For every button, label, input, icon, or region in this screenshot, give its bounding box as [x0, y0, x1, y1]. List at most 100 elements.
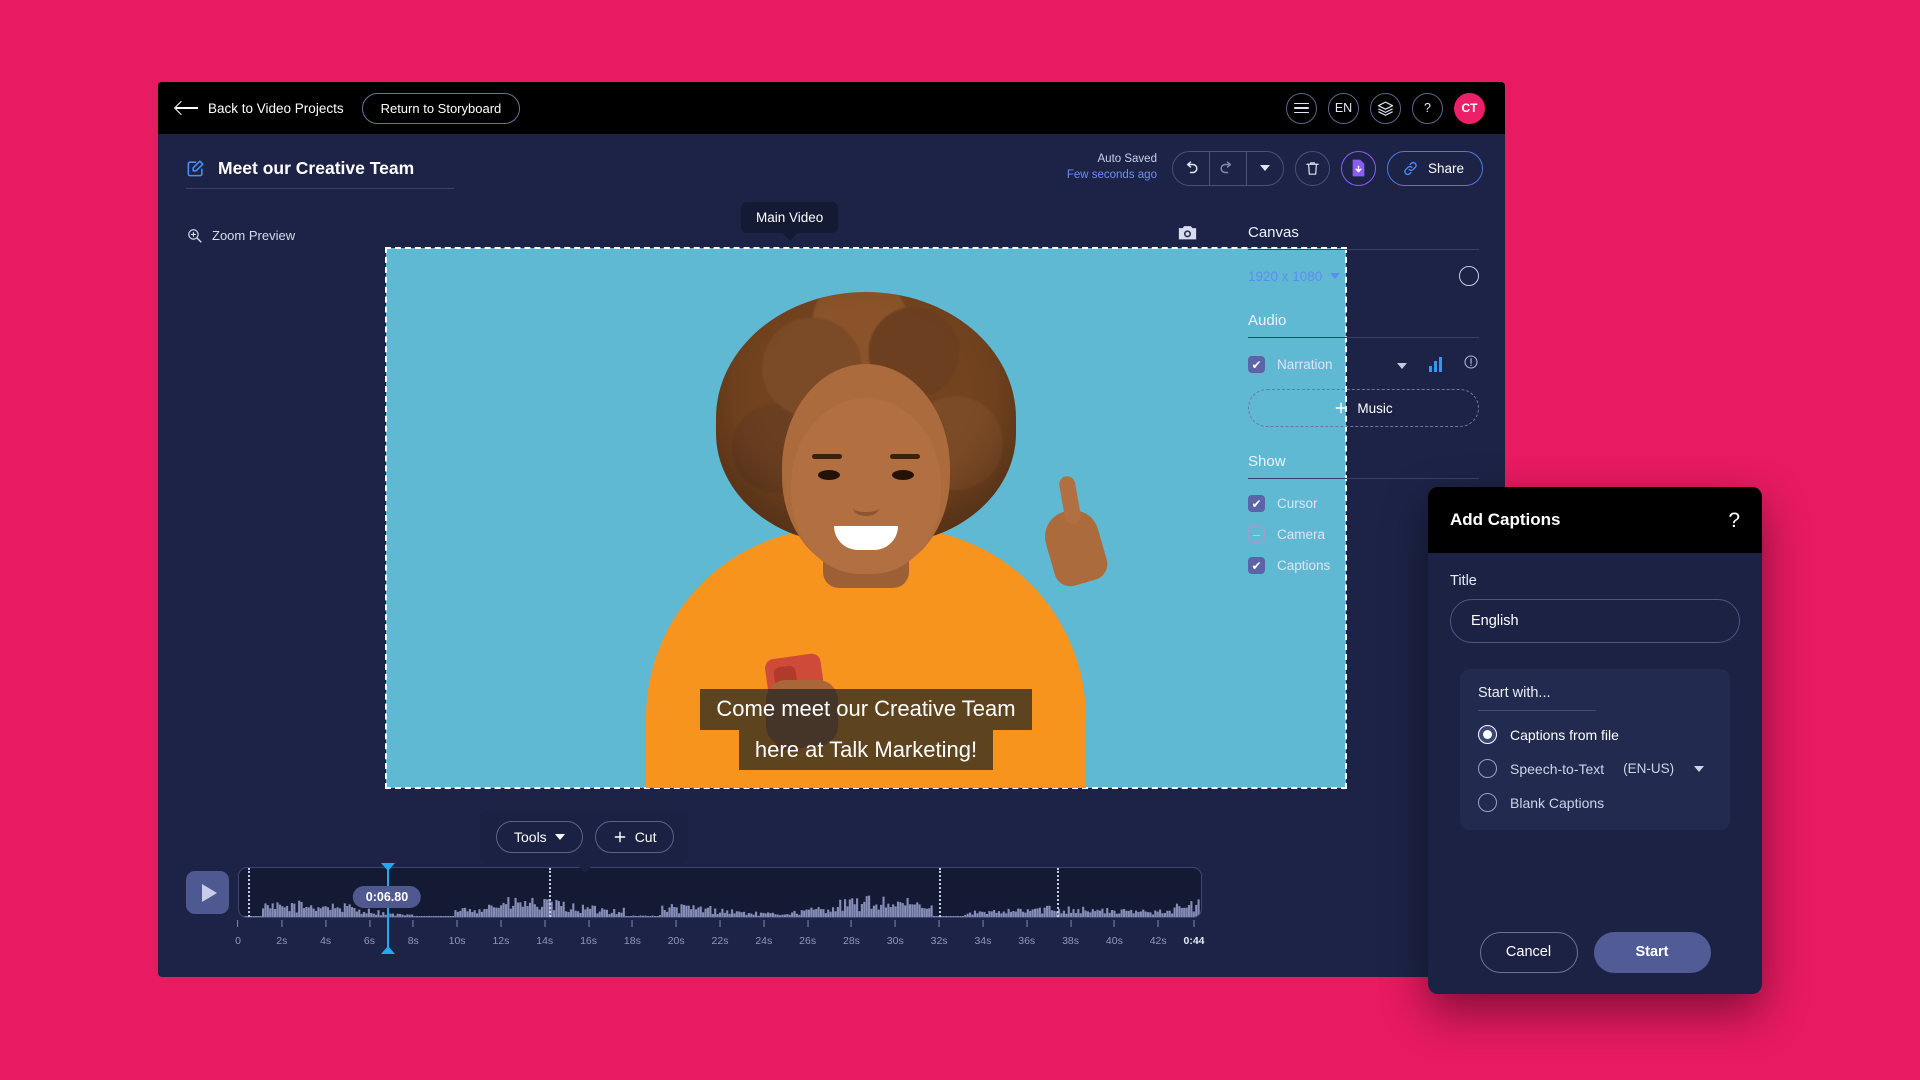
- edit-title-icon[interactable]: [186, 159, 205, 178]
- plus-icon: [1335, 402, 1347, 414]
- ruler-tick: 36s: [1018, 920, 1035, 949]
- canvas-heading: Canvas: [1248, 224, 1479, 250]
- hamburger-icon: [1294, 102, 1309, 114]
- download-button[interactable]: [1340, 150, 1376, 186]
- canvas-size-dropdown[interactable]: 1920 x 1080: [1248, 269, 1341, 284]
- ruler-tick: 8s: [408, 920, 419, 949]
- chevron-down-icon[interactable]: [1694, 765, 1705, 772]
- narration-row: ✔ Narration: [1248, 354, 1479, 375]
- snapshot-button[interactable]: [1177, 223, 1198, 247]
- add-cut-button[interactable]: Cut: [594, 821, 675, 853]
- menu-button[interactable]: [1286, 92, 1317, 124]
- main-video-tooltip: Main Video: [741, 202, 839, 233]
- radio-captions-from-file[interactable]: [1478, 725, 1497, 744]
- chevron-down-icon: [554, 834, 565, 840]
- delete-button[interactable]: [1294, 150, 1330, 186]
- ruler-tick-label: 4s: [320, 935, 332, 947]
- narration-label: Narration: [1277, 357, 1333, 372]
- caption-overlay[interactable]: Come meet our Creative Team here at Talk…: [386, 689, 1346, 770]
- play-button[interactable]: [186, 871, 229, 914]
- ruler-tick-label: 38s: [1062, 935, 1079, 947]
- return-to-storyboard-button[interactable]: Return to Storyboard: [361, 92, 521, 124]
- zoom-preview-label: Zoom Preview: [212, 227, 296, 243]
- video-canvas[interactable]: Come meet our Creative Team here at Talk…: [385, 247, 1347, 789]
- arrow-left-icon: [176, 101, 198, 115]
- audio-levels-button[interactable]: [1429, 357, 1442, 372]
- project-title-block: Meet our Creative Team: [186, 158, 455, 189]
- add-music-button[interactable]: Music: [1248, 389, 1479, 427]
- chevron-down-icon: [1259, 165, 1270, 171]
- ruler-tick: 38s: [1062, 920, 1079, 949]
- start-with-group: Start with... Captions from file Speech-…: [1460, 669, 1730, 830]
- undo-icon: [1187, 160, 1199, 173]
- canvas-section: Canvas 1920 x 1080: [1248, 224, 1479, 286]
- chevron-down-icon: [1397, 362, 1407, 369]
- canvas-shape-toggle[interactable]: [1459, 266, 1479, 286]
- playhead[interactable]: [380, 863, 395, 954]
- zoom-preview-button[interactable]: Zoom Preview: [186, 227, 295, 244]
- ruler-tick: 20s: [668, 920, 685, 949]
- ruler-tick-end: 0:44: [1184, 920, 1205, 949]
- history-dropdown-button[interactable]: [1247, 152, 1283, 185]
- user-avatar[interactable]: CT: [1454, 92, 1485, 124]
- share-button[interactable]: Share: [1386, 150, 1483, 186]
- radio-speech-to-text[interactable]: [1478, 759, 1497, 778]
- tools-label: Tools: [514, 829, 547, 845]
- option-speech-to-text[interactable]: Speech-to-Text (EN-US): [1478, 759, 1712, 778]
- caption-title-input[interactable]: [1450, 599, 1740, 643]
- timeline-track-wrapper[interactable]: 0 2s 4s 6s 8s 10s 12s 14s 16s 18s 20s 22s 24s 26s 28s 3…: [235, 863, 1205, 954]
- music-label: Music: [1357, 400, 1393, 416]
- option-label-speech-to-text: Speech-to-Text: [1510, 760, 1605, 777]
- clip-tools-popover: Tools Cut: [480, 810, 691, 864]
- canvas-size-row: 1920 x 1080: [1248, 266, 1479, 286]
- cut-marker[interactable]: [549, 868, 552, 917]
- layers-button[interactable]: [1370, 92, 1401, 124]
- camera-label: Camera: [1277, 527, 1326, 542]
- chevron-down-icon: [1330, 273, 1341, 279]
- option-blank-captions[interactable]: Blank Captions: [1478, 793, 1712, 812]
- speech-language-label: (EN-US): [1623, 761, 1675, 776]
- zoom-in-icon: [188, 228, 202, 243]
- cut-label: Cut: [634, 829, 657, 845]
- ruler-tick-label: 14s: [536, 935, 554, 947]
- layers-icon: [1377, 101, 1394, 116]
- person-eye-left: [818, 470, 840, 480]
- ruler-end-label: 0:44: [1183, 935, 1205, 947]
- ruler-tick-label: 28s: [842, 935, 860, 947]
- back-to-video-projects-link[interactable]: Back to Video Projects: [176, 101, 344, 116]
- ruler-tick: 34s: [974, 920, 991, 949]
- ruler-tick-label: 2s: [276, 935, 288, 947]
- dialog-help-button[interactable]: ?: [1728, 510, 1740, 531]
- narration-dropdown[interactable]: [1397, 356, 1407, 374]
- camera-checkbox[interactable]: –: [1248, 526, 1265, 543]
- show-heading: Show: [1248, 453, 1479, 479]
- ruler-tick-label: 30s: [886, 935, 904, 947]
- ruler-tick-label: 40s: [1105, 935, 1123, 947]
- language-button[interactable]: EN: [1328, 92, 1359, 124]
- cut-marker[interactable]: [938, 868, 941, 917]
- cancel-button[interactable]: Cancel: [1479, 931, 1578, 973]
- redo-button[interactable]: [1210, 152, 1246, 185]
- cursor-checkbox[interactable]: ✔: [1248, 495, 1265, 512]
- share-label: Share: [1427, 160, 1464, 176]
- ruler-tick-label: 24s: [755, 935, 773, 947]
- option-captions-from-file[interactable]: Captions from file: [1478, 725, 1712, 744]
- narration-checkbox[interactable]: ✔: [1248, 356, 1265, 373]
- info-icon: [1464, 355, 1478, 369]
- video-editor-window: Back to Video Projects Return to Storybo…: [158, 82, 1505, 977]
- download-icon: [1352, 159, 1365, 177]
- undo-button[interactable]: [1173, 152, 1209, 185]
- tools-dropdown-button[interactable]: Tools: [496, 821, 583, 853]
- ruler-tick: 24s: [755, 920, 772, 949]
- caption-line-1: Come meet our Creative Team: [700, 689, 1032, 730]
- cut-marker[interactable]: [1056, 868, 1059, 917]
- ruler-tick: 0: [235, 920, 241, 949]
- captions-checkbox[interactable]: ✔: [1248, 557, 1265, 574]
- start-button[interactable]: Start: [1593, 931, 1711, 973]
- ruler-tick: 42s: [1150, 920, 1167, 949]
- audio-info-button[interactable]: [1463, 354, 1479, 375]
- radio-blank-captions[interactable]: [1478, 793, 1497, 812]
- trash-icon: [1306, 161, 1319, 175]
- cut-marker[interactable]: [247, 868, 250, 917]
- help-button[interactable]: ?: [1412, 92, 1443, 124]
